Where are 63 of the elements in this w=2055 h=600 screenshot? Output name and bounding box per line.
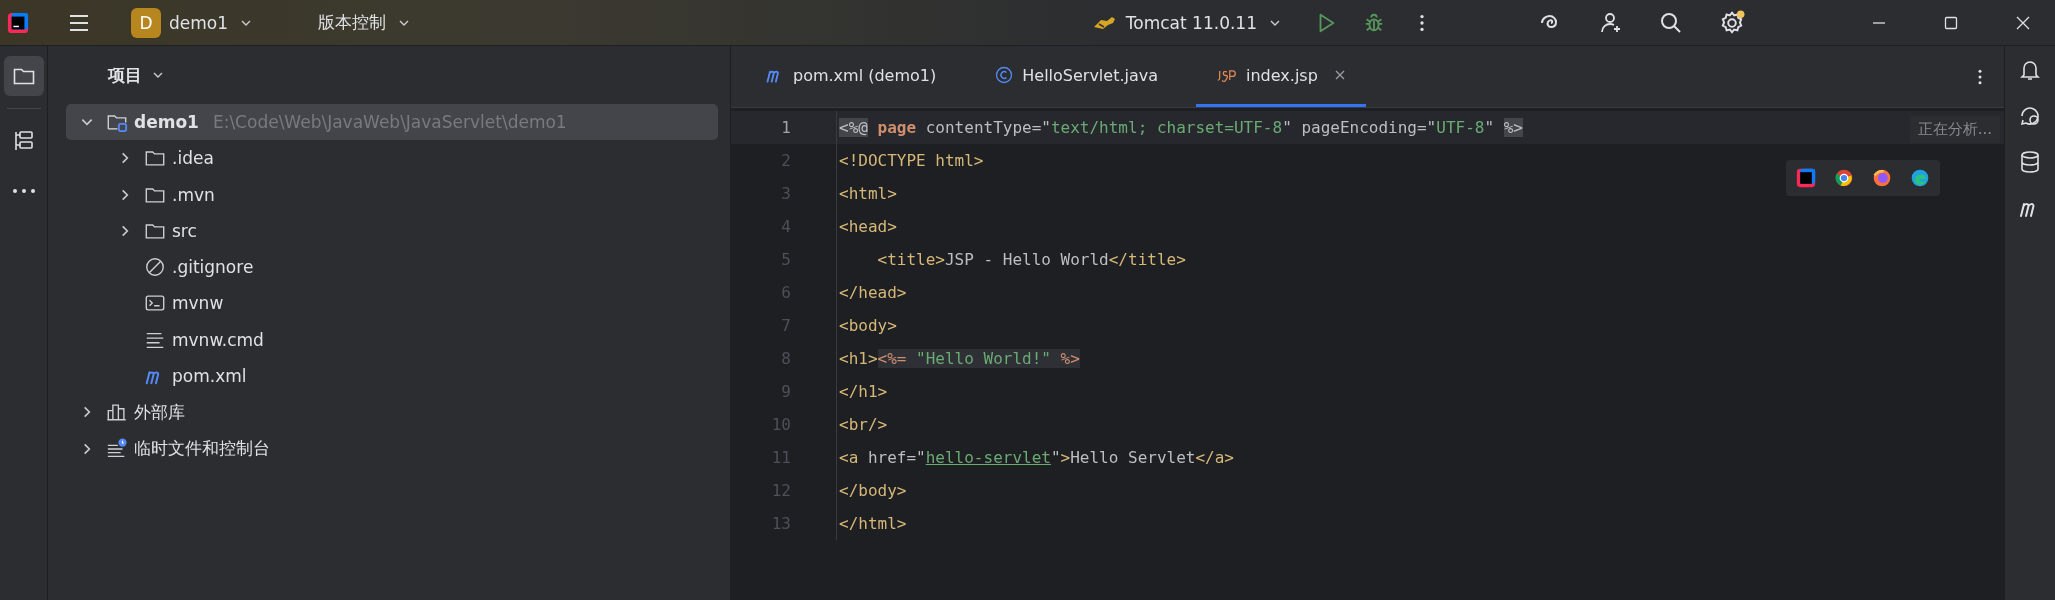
jsp-file-icon — [1216, 68, 1239, 82]
editor-tab[interactable]: pom.xml (demo1) — [745, 46, 957, 107]
panel-title[interactable]: 项目 — [108, 63, 164, 87]
tree-item-name: .gitignore — [172, 257, 254, 278]
code-line: <title>JSP - Hello World</title> — [876, 250, 1186, 269]
tree-item-name: .mvn — [172, 184, 215, 205]
code-line: <!DOCTYPE html> — [839, 151, 984, 170]
bug-icon[interactable] — [1363, 11, 1385, 34]
code-line: </head> — [839, 283, 907, 302]
tree-item-name: pom.xml — [172, 366, 247, 387]
class-icon — [994, 65, 1015, 85]
settings-icon[interactable] — [1719, 9, 1745, 36]
tree-item[interactable]: mvnw — [66, 285, 718, 322]
ignore-file-icon — [144, 256, 166, 279]
editor-tab[interactable]: HelloServlet.java — [974, 46, 1179, 107]
ide-logo-icon[interactable] — [1796, 168, 1816, 188]
vcs-menu[interactable]: 版本控制 — [310, 7, 419, 38]
tree-item-name: demo1 — [134, 112, 199, 132]
tree-item[interactable]: 外部库 — [66, 394, 718, 431]
tree-item-name: src — [172, 220, 197, 241]
code-line: <html> — [839, 184, 897, 203]
editor-tab[interactable]: index.jsp — [1196, 46, 1366, 107]
notifications-icon[interactable] — [2018, 58, 2042, 82]
project-switcher[interactable]: D demo1 — [123, 3, 261, 42]
code-line: <h1><%= "Hello World!" %> — [839, 349, 1080, 368]
code-line: <body> — [839, 316, 897, 335]
tree-item-name: mvnw.cmd — [172, 329, 264, 350]
browser-icon[interactable] — [1872, 168, 1892, 188]
tree-item-name: 外部库 — [134, 400, 185, 424]
maximize-icon[interactable] — [1943, 14, 1959, 31]
tree-item[interactable]: 临时文件和控制台 — [66, 430, 718, 467]
chat-icon[interactable] — [2018, 104, 2042, 128]
tree-item[interactable]: .mvn — [66, 176, 718, 213]
line-number: 1 — [731, 111, 837, 144]
code-line: </body> — [839, 481, 907, 500]
code-line: </h1> — [839, 382, 888, 401]
tree-item-name: 临时文件和控制台 — [134, 437, 270, 461]
code-line: <a href="hello-servlet">Hello Servlet</a> — [839, 448, 1234, 467]
browser-icon[interactable] — [1910, 168, 1930, 188]
database-icon[interactable] — [2018, 150, 2042, 174]
close-icon[interactable] — [2015, 14, 2031, 31]
run-configuration[interactable]: Tomcat 11.0.11 — [1083, 8, 1289, 37]
tree-item-name: .idea — [172, 148, 214, 169]
tree-item[interactable]: pom.xml — [66, 358, 718, 395]
add-user-icon[interactable] — [1599, 10, 1623, 35]
tree-item-name: mvnw — [172, 293, 224, 314]
scratches-icon — [106, 437, 128, 460]
code-line: <br/> — [839, 415, 888, 434]
project-tool-button[interactable] — [3, 56, 44, 96]
tree-item[interactable]: .idea — [66, 140, 718, 177]
code-line: <head> — [839, 217, 897, 236]
close-icon[interactable] — [1333, 69, 1346, 81]
more-horizontal-icon[interactable] — [11, 187, 36, 195]
project-badge: D — [131, 7, 161, 38]
app-logo-icon[interactable] — [7, 11, 29, 34]
analysis-status: 正在分析... — [1909, 116, 2000, 143]
tree-item[interactable]: mvnw.cmd — [66, 321, 718, 358]
browser-icon[interactable] — [1834, 168, 1854, 188]
code-line: <%@ page contentType="text/html; charset=UTF-8" pageEncoding="UTF-8" %> — [839, 118, 1523, 137]
tree-item[interactable]: src — [66, 212, 718, 249]
search-icon[interactable] — [1659, 10, 1683, 35]
tree-item[interactable]: .gitignore — [66, 249, 718, 286]
code-line: </html> — [839, 514, 907, 533]
